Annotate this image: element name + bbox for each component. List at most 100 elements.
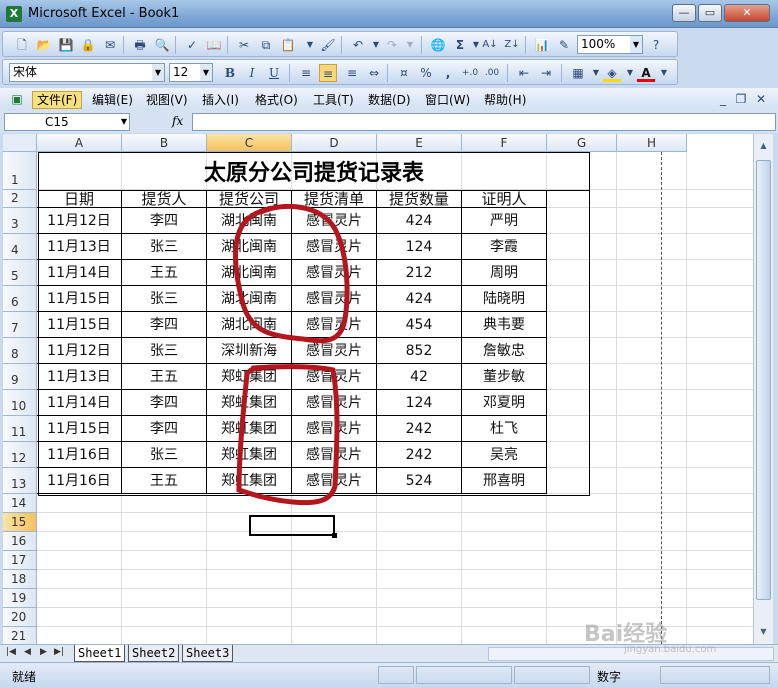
header-cell[interactable]: 提货人 (122, 190, 207, 208)
data-cell[interactable]: 邓夏明 (462, 390, 547, 416)
data-cell[interactable]: 11月12日 (37, 338, 122, 364)
data-cell[interactable]: 11月16日 (37, 468, 122, 494)
data-cell[interactable]: 严明 (462, 208, 547, 234)
scroll-down-icon[interactable]: ▼ (756, 624, 771, 640)
chart-wizard-icon[interactable]: 📊 (533, 36, 551, 54)
sort-descending-icon[interactable]: Z↓ (503, 36, 521, 54)
data-cell[interactable]: 董步敏 (462, 364, 547, 390)
data-cell[interactable]: 郑虹集团 (207, 390, 292, 416)
new-icon[interactable]: 🗋 (13, 36, 31, 54)
doc-close-icon[interactable]: ✕ (752, 90, 770, 108)
data-cell[interactable]: 感冒灵片 (292, 442, 377, 468)
font-color-dropdown-icon[interactable]: ▼ (655, 64, 673, 82)
data-cell[interactable]: 李四 (122, 312, 207, 338)
row-header-6[interactable]: 6 (3, 286, 37, 312)
zoom-select[interactable]: 100% ▼ (577, 35, 643, 54)
header-cell[interactable]: 提货数量 (377, 190, 462, 208)
menu-data[interactable]: 数据(D) (364, 91, 415, 109)
row-header-8[interactable]: 8 (3, 338, 37, 364)
data-cell[interactable]: 852 (377, 338, 462, 364)
data-cell[interactable]: 感冒灵片 (292, 208, 377, 234)
data-cell[interactable]: 感冒灵片 (292, 312, 377, 338)
data-cell[interactable]: 11月13日 (37, 364, 122, 390)
header-cell[interactable]: 提货清单 (292, 190, 377, 208)
data-cell[interactable]: 湖北闽南 (207, 234, 292, 260)
data-cell[interactable]: 陆晓明 (462, 286, 547, 312)
data-cell[interactable]: 11月12日 (37, 208, 122, 234)
increase-indent-icon[interactable]: ⇥ (537, 64, 555, 82)
tab-sheet2[interactable]: Sheet2 (128, 645, 180, 662)
save-icon[interactable]: 💾 (57, 36, 75, 54)
header-cell[interactable]: 日期 (37, 190, 122, 208)
menu-view[interactable]: 视图(V) (142, 91, 192, 109)
row-header-5[interactable]: 5 (3, 260, 37, 286)
format-painter-icon[interactable]: 🖌 (319, 36, 337, 54)
merge-center-icon[interactable]: ⇔ (365, 64, 383, 82)
first-sheet-icon[interactable]: |◀ (6, 647, 16, 657)
data-cell[interactable]: 11月15日 (37, 286, 122, 312)
italic-button[interactable]: I (243, 64, 261, 82)
next-sheet-icon[interactable]: ▶ (40, 647, 47, 657)
data-cell[interactable]: 张三 (122, 234, 207, 260)
close-button[interactable]: ✕ (724, 4, 770, 22)
menu-help[interactable]: 帮助(H) (480, 91, 530, 109)
font-size-select[interactable]: 12 ▼ (169, 63, 213, 82)
data-cell[interactable]: 湖北闽南 (207, 208, 292, 234)
prev-sheet-icon[interactable]: ◀ (24, 647, 31, 657)
menu-tools[interactable]: 工具(T) (309, 91, 358, 109)
underline-button[interactable]: U (265, 64, 283, 82)
data-cell[interactable]: 212 (377, 260, 462, 286)
data-cell[interactable]: 感冒灵片 (292, 390, 377, 416)
header-cell[interactable]: 证明人 (462, 190, 547, 208)
active-cell-selection[interactable] (249, 515, 337, 538)
data-cell[interactable]: 邢喜明 (462, 468, 547, 494)
align-center-icon[interactable]: ≡ (319, 64, 337, 82)
column-header-c[interactable]: C (207, 134, 292, 152)
decrease-indent-icon[interactable]: ⇤ (515, 64, 533, 82)
data-cell[interactable]: 242 (377, 442, 462, 468)
row-header-7[interactable]: 7 (3, 312, 37, 338)
column-header-d[interactable]: D (292, 134, 377, 152)
data-cell[interactable]: 124 (377, 390, 462, 416)
data-cell[interactable]: 424 (377, 208, 462, 234)
align-right-icon[interactable]: ≡ (343, 64, 361, 82)
scroll-thumb[interactable] (756, 160, 771, 600)
row-header-12[interactable]: 12 (3, 442, 37, 468)
data-cell[interactable]: 李四 (122, 390, 207, 416)
data-cell[interactable]: 感冒灵片 (292, 364, 377, 390)
paste-icon[interactable]: 📋 (279, 36, 297, 54)
formula-input[interactable] (192, 113, 776, 131)
data-cell[interactable]: 郑虹集团 (207, 468, 292, 494)
data-cell[interactable]: 感冒灵片 (292, 260, 377, 286)
select-all-corner[interactable] (3, 134, 37, 152)
menu-edit[interactable]: 编辑(E) (88, 91, 137, 109)
data-cell[interactable]: 湖北闽南 (207, 312, 292, 338)
excel-app-icon[interactable]: X (6, 6, 22, 22)
excel-doc-icon[interactable]: ▣ (8, 90, 26, 108)
row-header-16[interactable]: 16 (3, 532, 37, 551)
data-cell[interactable]: 吴亮 (462, 442, 547, 468)
percent-button[interactable]: % (417, 64, 435, 82)
maximize-button[interactable]: ▭ (698, 4, 722, 22)
column-header-g[interactable]: G (547, 134, 617, 152)
doc-restore-icon[interactable]: ❐ (732, 90, 750, 108)
row-header-11[interactable]: 11 (3, 416, 37, 442)
data-cell[interactable]: 11月14日 (37, 390, 122, 416)
redo-icon[interactable]: ↷ (383, 36, 401, 54)
comma-button[interactable]: , (439, 64, 457, 82)
drawing-icon[interactable]: ✎ (555, 36, 573, 54)
row-header-10[interactable]: 10 (3, 390, 37, 416)
fill-color-icon[interactable]: ◈ (603, 64, 621, 82)
data-cell[interactable]: 张三 (122, 338, 207, 364)
column-header-f[interactable]: F (462, 134, 547, 152)
hyperlink-icon[interactable]: 🌐 (429, 36, 447, 54)
print-icon[interactable]: 🖶 (131, 36, 149, 54)
column-header-b[interactable]: B (122, 134, 207, 152)
last-sheet-icon[interactable]: ▶| (54, 647, 64, 657)
increase-decimal-icon[interactable]: +.0 (461, 64, 479, 82)
menu-format[interactable]: 格式(O) (251, 91, 302, 109)
row-header-20[interactable]: 20 (3, 608, 37, 627)
copy-icon[interactable]: ⧉ (257, 36, 275, 54)
name-box[interactable]: C15 ▼ (4, 113, 130, 131)
redo-dropdown-icon[interactable]: ▼ (401, 36, 419, 54)
